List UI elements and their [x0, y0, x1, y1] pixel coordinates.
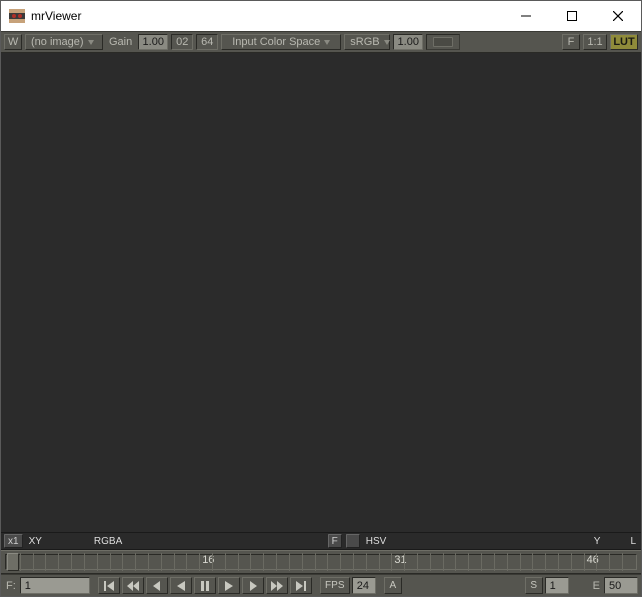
start-frame-input[interactable]: 1	[545, 577, 569, 594]
srgb-label: sRGB	[350, 36, 379, 48]
frame-label: F:	[4, 577, 18, 594]
bit-a-button[interactable]: 02	[171, 34, 193, 50]
go-start-button[interactable]	[98, 577, 120, 594]
step-forward-multi-button[interactable]	[266, 577, 288, 594]
play-button[interactable]	[218, 577, 240, 594]
go-end-button[interactable]	[290, 577, 312, 594]
s-button[interactable]: S	[525, 577, 543, 594]
f-chip[interactable]: F	[328, 534, 342, 548]
info-row: x1 XY RGBA F HSV Y L	[1, 532, 641, 550]
transport-row: F: 1 FPS 24 A	[1, 574, 641, 596]
maximize-button[interactable]	[549, 1, 595, 31]
play-back-button[interactable]	[170, 577, 192, 594]
image-name-label: (no image)	[31, 36, 84, 48]
chevron-down-icon	[88, 40, 94, 45]
ics-label: Input Color Space	[232, 36, 320, 48]
end-frame-input[interactable]: 50	[604, 577, 638, 594]
lut-button[interactable]: LUT	[610, 34, 638, 50]
fps-value-input[interactable]: 24	[352, 577, 376, 594]
step-forward-button[interactable]	[242, 577, 264, 594]
chevron-down-icon	[384, 40, 390, 45]
gain-label: Gain	[106, 34, 135, 50]
w-button[interactable]: W	[4, 34, 22, 50]
l-readout: L	[628, 534, 638, 548]
zoom-chip[interactable]: x1	[4, 534, 23, 548]
srgb-selector[interactable]: sRGB	[344, 34, 390, 50]
app-window: mrViewer W (no image) Gain 1.00 02 64 In…	[0, 0, 642, 597]
window-title: mrViewer	[31, 9, 81, 23]
scrub-handle[interactable]	[7, 553, 19, 571]
fit-1to1-button[interactable]: 1:1	[583, 34, 607, 50]
step-back-multi-button[interactable]	[122, 577, 144, 594]
channels-readout: RGBA	[92, 534, 124, 548]
hsv-readout: HSV	[364, 534, 389, 548]
minimize-button[interactable]	[503, 1, 549, 31]
gamma-value-input[interactable]: 1.00	[393, 34, 423, 50]
app-icon	[9, 9, 25, 23]
titlebar: mrViewer	[1, 1, 641, 31]
blank-chip[interactable]	[346, 534, 360, 548]
y-readout: Y	[592, 534, 603, 548]
top-toolbar: W (no image) Gain 1.00 02 64 Input Color…	[1, 31, 641, 53]
gain-value-input[interactable]: 1.00	[138, 34, 168, 50]
fps-label-button[interactable]: FPS	[320, 577, 350, 594]
loop-a-button[interactable]: A	[384, 577, 402, 594]
pause-button[interactable]	[194, 577, 216, 594]
timeline[interactable]: 1 16 31 46	[1, 550, 641, 574]
image-selector[interactable]: (no image)	[25, 34, 103, 50]
frame-value-input[interactable]: 1	[20, 577, 90, 594]
f-button[interactable]: F	[562, 34, 580, 50]
end-label: E	[591, 577, 602, 594]
thumbwheel[interactable]	[426, 34, 460, 50]
close-button[interactable]	[595, 1, 641, 31]
input-color-space-selector[interactable]: Input Color Space	[221, 34, 341, 50]
viewport[interactable]	[1, 53, 641, 532]
bit-b-button[interactable]: 64	[196, 34, 218, 50]
chevron-down-icon	[324, 40, 330, 45]
step-back-button[interactable]	[146, 577, 168, 594]
xy-readout: XY	[27, 534, 44, 548]
timeline-ticks: 1 16 31 46	[7, 553, 635, 571]
